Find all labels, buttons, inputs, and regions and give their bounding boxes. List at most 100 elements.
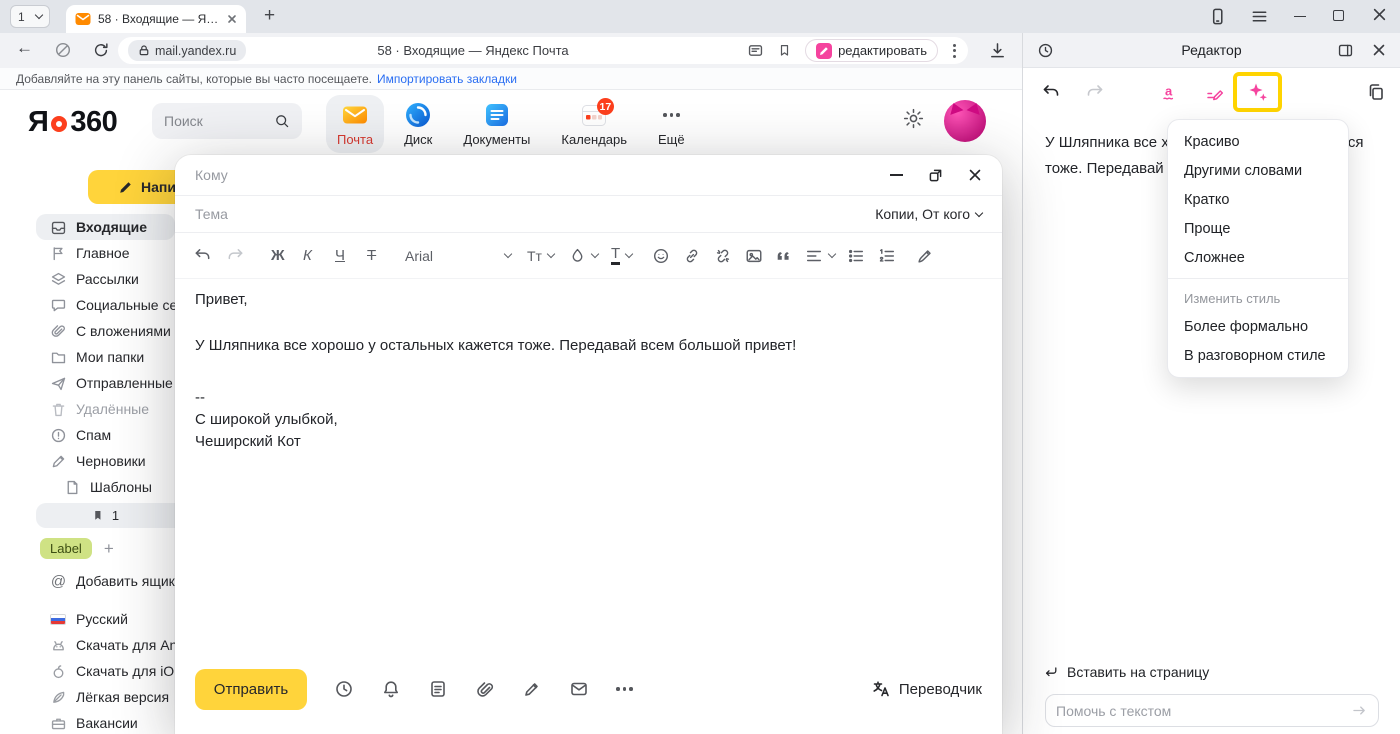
- menu-item-other-words[interactable]: Другими словами: [1168, 156, 1348, 185]
- refresh-icon[interactable]: [92, 41, 110, 59]
- more-actions-icon[interactable]: [616, 687, 633, 691]
- font-family-select[interactable]: Arial: [405, 248, 511, 264]
- compose-subject-row[interactable]: Тема Копии, От кого: [175, 196, 1002, 233]
- import-bookmarks-link[interactable]: Импортировать закладки: [377, 72, 517, 86]
- search-icon[interactable]: [274, 113, 290, 129]
- service-more[interactable]: Ещё: [647, 95, 696, 153]
- tab-close-icon[interactable]: [227, 14, 237, 24]
- underline-button[interactable]: Ч: [335, 247, 351, 264]
- window-maximize-button[interactable]: [1333, 10, 1344, 21]
- reader-mode-icon[interactable]: [747, 42, 764, 59]
- bullet-list-icon[interactable]: [847, 247, 865, 265]
- unlink-icon[interactable]: [714, 247, 732, 265]
- folder-sent[interactable]: Отправленные: [0, 370, 175, 396]
- bookmarked-filter[interactable]: 1: [36, 503, 175, 528]
- cc-from-toggle[interactable]: Копии, От кого: [875, 206, 982, 222]
- add-mailbox-button[interactable]: @ Добавить ящик: [0, 568, 175, 594]
- assistant-input[interactable]: [1045, 694, 1379, 727]
- light-version-link[interactable]: Лёгкая версия: [0, 684, 175, 710]
- open-in-window-icon[interactable]: [1337, 42, 1354, 59]
- insert-image-icon[interactable]: [745, 247, 763, 265]
- fix-errors-icon[interactable]: a: [1161, 82, 1181, 102]
- menu-item-complex[interactable]: Сложнее: [1168, 243, 1348, 272]
- panel-close-icon[interactable]: [1372, 43, 1386, 57]
- copy-icon[interactable]: [1366, 82, 1386, 102]
- folder-social[interactable]: Социальные сети: [0, 292, 175, 318]
- numbered-list-icon[interactable]: [878, 247, 896, 265]
- menu-item-shorter[interactable]: Кратко: [1168, 185, 1348, 214]
- folder-inbox[interactable]: Входящие: [36, 214, 175, 240]
- to-field[interactable]: Кому: [195, 167, 228, 183]
- folder-templates[interactable]: Шаблоны: [0, 474, 175, 500]
- tab-group-chip[interactable]: 1: [10, 5, 50, 28]
- back-button[interactable]: ←: [16, 38, 33, 58]
- envelope-icon[interactable]: [569, 679, 589, 699]
- service-mail[interactable]: Почта: [326, 95, 384, 153]
- folder-spam[interactable]: Спам: [0, 422, 175, 448]
- strikethrough-button[interactable]: Т: [367, 247, 383, 264]
- compose-expand-button[interactable]: [929, 169, 942, 182]
- translator-button[interactable]: Переводчик: [871, 679, 982, 699]
- avatar[interactable]: [944, 100, 986, 142]
- downloads-icon[interactable]: [988, 41, 1007, 60]
- highlight-color-select[interactable]: [569, 247, 598, 264]
- address-host-chip[interactable]: mail.yandex.ru: [128, 40, 246, 61]
- menu-item-formal[interactable]: Более формально: [1168, 312, 1348, 341]
- history-clock-icon[interactable]: [1037, 42, 1054, 59]
- add-label-icon[interactable]: +: [104, 540, 114, 557]
- emoji-icon[interactable]: [652, 247, 670, 265]
- send-button[interactable]: Отправить: [195, 669, 307, 710]
- menu-icon[interactable]: [1250, 7, 1269, 26]
- label-tag[interactable]: Label: [40, 538, 92, 559]
- folder-attachments[interactable]: С вложениями: [0, 318, 175, 344]
- address-bar[interactable]: mail.yandex.ru 58 · Входящие — Яндекс По…: [118, 37, 968, 64]
- service-documents[interactable]: Документы: [452, 95, 541, 153]
- window-minimize-button[interactable]: [1294, 16, 1306, 17]
- undo-icon[interactable]: [193, 246, 212, 265]
- folder-main[interactable]: Главное: [0, 240, 175, 266]
- rewrite-sparkles-icon[interactable]: [1247, 81, 1269, 103]
- insert-to-page-button[interactable]: Вставить на страницу: [1043, 664, 1209, 680]
- language-link[interactable]: Русский: [0, 606, 175, 632]
- devices-icon[interactable]: [1208, 7, 1227, 26]
- link-icon[interactable]: [683, 247, 701, 265]
- assistant-text-input[interactable]: [1056, 703, 1351, 719]
- align-select[interactable]: [805, 247, 835, 265]
- clear-formatting-icon[interactable]: [916, 247, 934, 265]
- panel-redo-icon[interactable]: [1085, 82, 1105, 102]
- quote-icon[interactable]: [776, 247, 793, 264]
- message-body[interactable]: Привет, У Шляпника все хорошо у остальны…: [195, 289, 982, 453]
- submit-arrow-icon[interactable]: [1351, 702, 1368, 719]
- protect-icon[interactable]: [54, 41, 72, 59]
- menu-item-simpler[interactable]: Проще: [1168, 214, 1348, 243]
- schedule-send-icon[interactable]: [334, 679, 354, 699]
- attach-file-icon[interactable]: [475, 679, 495, 699]
- panel-undo-icon[interactable]: [1041, 82, 1061, 102]
- download-android-link[interactable]: Скачать для Android: [0, 632, 175, 658]
- folder-my-folders[interactable]: Мои папки: [0, 344, 175, 370]
- folder-trash[interactable]: Удалённые: [0, 396, 175, 422]
- template-icon[interactable]: [428, 679, 448, 699]
- font-size-select[interactable]: Тт: [527, 248, 554, 264]
- menu-item-conversational[interactable]: В разговорном стиле: [1168, 341, 1348, 370]
- address-menu-icon[interactable]: [951, 44, 958, 58]
- improve-style-icon[interactable]: [1205, 82, 1225, 102]
- search-input[interactable]: [164, 113, 266, 129]
- compose-to-row[interactable]: Кому: [175, 155, 1002, 196]
- menu-item-beautiful[interactable]: Красиво: [1168, 127, 1348, 156]
- reminder-bell-icon[interactable]: [381, 679, 401, 699]
- jobs-link[interactable]: Вакансии: [0, 710, 175, 734]
- service-disk[interactable]: Диск: [393, 95, 443, 153]
- folder-drafts[interactable]: Черновики: [0, 448, 175, 474]
- new-tab-button[interactable]: +: [258, 3, 281, 29]
- yandex360-logo[interactable]: Я 360: [28, 106, 117, 139]
- compose-collapse-button[interactable]: [890, 174, 903, 176]
- italic-button[interactable]: К: [303, 247, 319, 264]
- mail-search[interactable]: [152, 103, 302, 139]
- compose-close-button[interactable]: [968, 168, 982, 182]
- text-color-select[interactable]: Т: [611, 246, 632, 265]
- bookmark-icon[interactable]: [777, 43, 792, 58]
- redo-icon[interactable]: [226, 246, 245, 265]
- signature-pen-icon[interactable]: [522, 679, 542, 699]
- folder-newsletters[interactable]: Рассылки: [0, 266, 175, 292]
